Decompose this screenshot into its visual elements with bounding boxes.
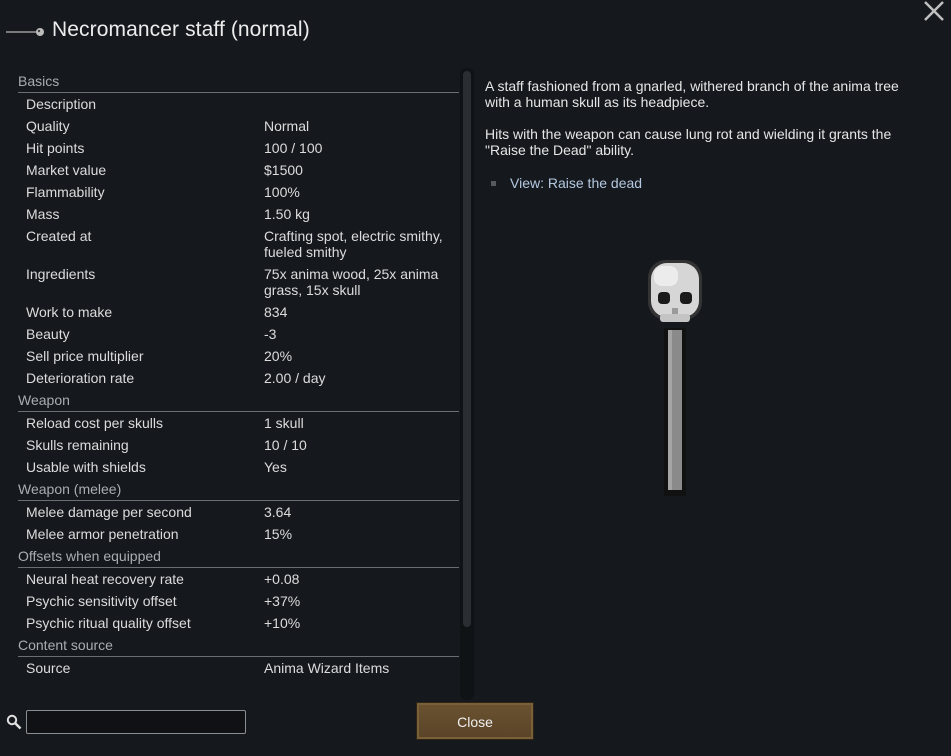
stat-value: 1 skull	[264, 415, 304, 431]
close-icon[interactable]	[921, 0, 949, 24]
section-header: Weapon	[18, 389, 459, 412]
stat-label: Source	[26, 660, 71, 676]
search-icon	[6, 714, 22, 730]
stat-label: Neural heat recovery rate	[26, 571, 184, 587]
stat-row[interactable]: Reload cost per skulls 1 skull	[18, 412, 459, 434]
stat-value: 10 / 10	[264, 437, 307, 453]
stat-row[interactable]: Market value $1500	[18, 159, 459, 181]
stat-value: 100 / 100	[264, 140, 323, 156]
stat-row[interactable]: Skulls remaining 10 / 10	[18, 434, 459, 456]
stat-value: $1500	[264, 162, 303, 178]
stat-value	[264, 93, 459, 115]
stat-row[interactable]: Usable with shields Yes	[18, 456, 459, 478]
stat-row[interactable]: Created at Crafting spot, electric smithy…	[18, 225, 459, 263]
stat-row[interactable]: Psychic sensitivity offset +37%	[18, 590, 459, 612]
stats-list: Basics Description Quality Normal Hit points…	[18, 70, 459, 679]
section-header: Basics	[18, 70, 459, 93]
stat-label: Skulls remaining	[26, 437, 129, 453]
window-header: Necromancer staff (normal)	[4, 14, 310, 46]
stat-label: Flammability	[26, 184, 105, 200]
stat-label: Reload cost per skulls	[26, 415, 163, 431]
stat-value: 1.50 kg	[264, 206, 310, 222]
stat-label: Psychic sensitivity offset	[26, 593, 177, 609]
stat-value: Yes	[264, 459, 287, 475]
hyperlink-raise-the-dead[interactable]: View: Raise the dead	[491, 174, 642, 192]
stat-row[interactable]: Work to make 834	[18, 301, 459, 323]
stat-label: Usable with shields	[26, 459, 146, 475]
stat-label: Work to make	[26, 304, 113, 320]
stat-row[interactable]: Melee armor penetration 15%	[18, 523, 459, 545]
stat-value: Crafting spot, electric smithy, fueled s…	[264, 228, 443, 260]
stat-label: Created at	[26, 228, 92, 244]
stat-row[interactable]: Psychic ritual quality offset +10%	[18, 612, 459, 634]
stat-value: +10%	[264, 615, 301, 631]
stat-row[interactable]: Deterioration rate 2.00 / day	[18, 367, 459, 389]
stat-row[interactable]: Sell price multiplier 20%	[18, 345, 459, 367]
stat-value: 3.64	[264, 504, 292, 520]
stat-label: Melee armor penetration	[26, 526, 179, 542]
stat-value: 2.00 / day	[264, 370, 326, 386]
stat-label: Description	[26, 96, 97, 112]
stat-value: 75x anima wood, 25x anima grass, 15x sku…	[264, 266, 439, 298]
close-button[interactable]: Close	[416, 702, 534, 740]
stat-row[interactable]: Beauty -3	[18, 323, 459, 345]
stat-label: Ingredients	[26, 266, 96, 282]
scrollbar-thumb[interactable]	[463, 71, 471, 627]
stat-value: -3	[264, 326, 277, 342]
stat-value: 834	[264, 304, 288, 320]
section-header: Offsets when equipped	[18, 545, 459, 568]
skull-staff-icon	[648, 260, 702, 496]
stat-row[interactable]: Quality Normal	[18, 115, 459, 137]
stat-value: +37%	[264, 593, 301, 609]
stat-value: 100%	[264, 184, 300, 200]
stat-label: Hit points	[26, 140, 85, 156]
item-description: A staff fashioned from a gnarled, wither…	[485, 78, 915, 174]
bullet-icon	[491, 180, 496, 186]
stat-row[interactable]: Melee damage per second 3.64	[18, 501, 459, 523]
stat-label: Psychic ritual quality offset	[26, 615, 191, 631]
section-header: Weapon (melee)	[18, 478, 459, 501]
stat-row[interactable]: Description	[18, 93, 459, 115]
stat-value: 15%	[264, 526, 293, 542]
stat-row[interactable]: Neural heat recovery rate +0.08	[18, 568, 459, 590]
stats-scrollbar[interactable]	[460, 68, 474, 700]
stat-value: 20%	[264, 348, 293, 364]
stat-label: Mass	[26, 206, 60, 222]
stat-label: Market value	[26, 162, 107, 178]
stat-value: +0.08	[264, 571, 300, 587]
stat-label: Melee damage per second	[26, 504, 192, 520]
description-paragraph: Hits with the weapon can cause lung rot …	[485, 126, 892, 158]
hyperlink-label[interactable]: View: Raise the dead	[510, 174, 642, 192]
stat-row[interactable]: Flammability 100%	[18, 181, 459, 203]
stat-label: Beauty	[26, 326, 70, 342]
stat-row[interactable]: Ingredients 75x anima wood, 25x anima gra…	[18, 263, 459, 301]
stat-label: Sell price multiplier	[26, 348, 144, 364]
stat-row[interactable]: Mass 1.50 kg	[18, 203, 459, 225]
description-paragraph: A staff fashioned from a gnarled, wither…	[485, 78, 899, 110]
stat-value: Anima Wizard Items	[264, 660, 390, 676]
window-title: Necromancer staff (normal)	[52, 18, 310, 41]
section-header: Content source	[18, 634, 459, 657]
stat-label: Quality	[26, 118, 70, 134]
stat-label: Deterioration rate	[26, 370, 135, 386]
search-input[interactable]	[26, 710, 246, 734]
stat-value: Normal	[264, 118, 310, 134]
stat-row[interactable]: Source Anima Wizard Items	[18, 657, 459, 679]
stat-row[interactable]: Hit points 100 / 100	[18, 137, 459, 159]
staff-icon	[6, 28, 44, 36]
